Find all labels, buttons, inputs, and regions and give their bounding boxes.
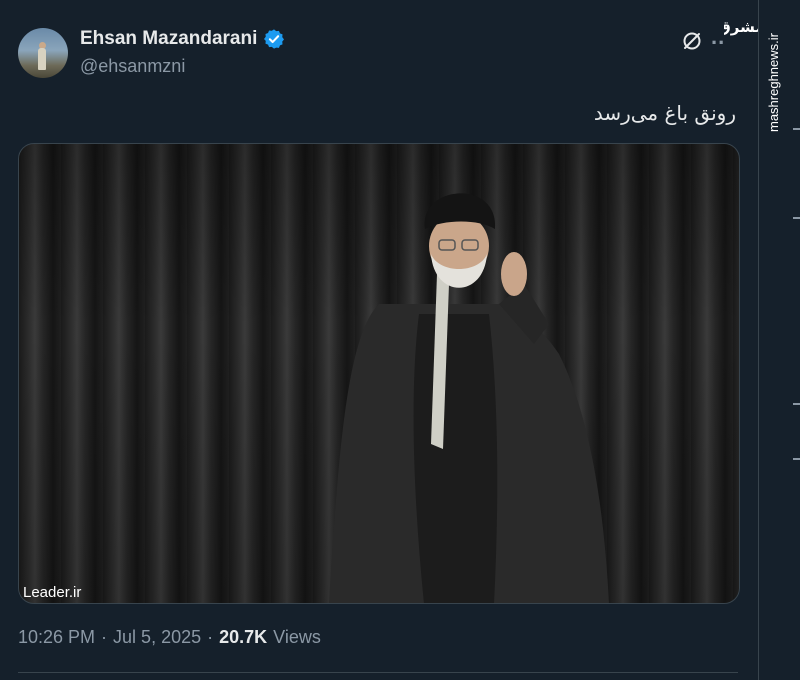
author-display-name[interactable]: Ehsan Mazandarani (80, 28, 257, 50)
views-count: 20.7K (219, 627, 268, 647)
tweet-time[interactable]: 10:26 PM (18, 627, 95, 648)
sidebar-divider (758, 0, 759, 680)
tweet-photo[interactable]: Leader.ir (18, 143, 740, 604)
tweet-meta: 10:26 PM · Jul 5, 2025 · 20.7K Views (18, 627, 321, 648)
avatar-figure (38, 48, 46, 70)
svg-text:مشرق: مشرق (724, 18, 758, 36)
meta-separator: · (101, 627, 108, 647)
author-name-row: Ehsan Mazandarani (80, 28, 285, 50)
avatar[interactable] (18, 28, 68, 78)
sidebar-mark (793, 217, 800, 219)
sidebar-mark (793, 128, 800, 130)
views-label: Views (273, 627, 321, 647)
author-handle[interactable]: @ehsanmzni (80, 56, 185, 77)
meta-separator: · (207, 627, 214, 647)
photo-credit: Leader.ir (23, 584, 82, 601)
photo-subject (329, 193, 609, 603)
verified-badge-icon (263, 28, 285, 50)
bottom-divider (18, 672, 738, 673)
tweet-date[interactable]: Jul 5, 2025 (113, 627, 201, 648)
watermark-site-url: mashreghnews.ir (766, 33, 781, 132)
sidebar-mark (793, 458, 800, 460)
sidebar-mark (793, 403, 800, 405)
grok-icon[interactable] (681, 30, 703, 52)
tweet-text: رونق باغ می‌رسد (593, 101, 736, 125)
watermark-logo: مشرق (717, 10, 764, 44)
